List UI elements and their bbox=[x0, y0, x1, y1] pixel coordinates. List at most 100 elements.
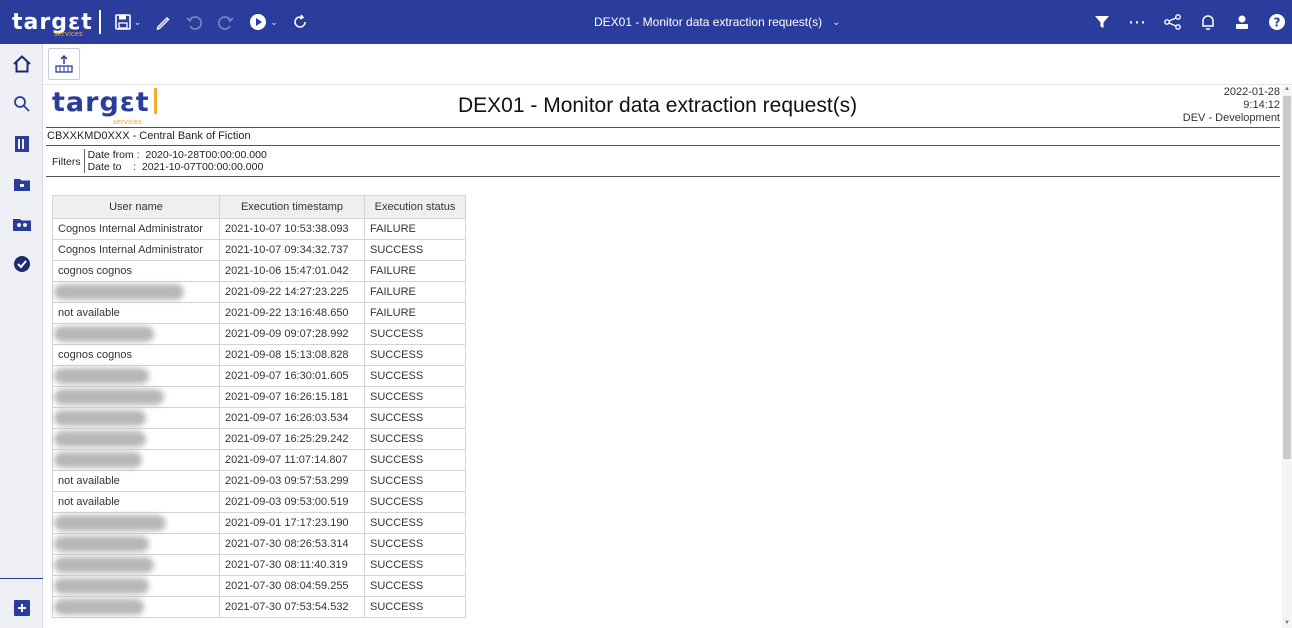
cell-execution-status: SUCCESS bbox=[364, 428, 466, 450]
refresh-icon[interactable] bbox=[292, 0, 308, 44]
table-row: 2021-09-09 09:07:28.992 SUCCESS bbox=[52, 323, 466, 345]
cell-user-name bbox=[52, 575, 220, 597]
cell-execution-status: FAILURE bbox=[364, 302, 466, 324]
cell-execution-timestamp: 2021-07-30 08:26:53.314 bbox=[219, 533, 365, 555]
logo-sub: services bbox=[54, 29, 83, 38]
cell-user-name: Cognos Internal Administrator bbox=[52, 239, 220, 261]
run-menu-chevron-icon[interactable]: ⌄ bbox=[270, 17, 278, 28]
cell-user-name bbox=[52, 428, 220, 450]
table-row: 2021-09-07 16:30:01.605 SUCCESS bbox=[52, 365, 466, 387]
cell-execution-status: SUCCESS bbox=[364, 323, 466, 345]
cell-execution-status: SUCCESS bbox=[364, 491, 466, 513]
report-meta: 2022-01-28 9:14:12 DEV - Development bbox=[1183, 86, 1280, 125]
search-icon[interactable] bbox=[0, 86, 43, 122]
table-row: 2021-07-30 07:53:54.532 SUCCESS bbox=[52, 596, 466, 618]
cell-user-name bbox=[52, 596, 220, 618]
cell-execution-timestamp: 2021-09-07 16:26:03.534 bbox=[219, 407, 365, 429]
cell-execution-status: SUCCESS bbox=[364, 575, 466, 597]
report-title-dropdown[interactable]: DEX01 - Monitor data extraction request(… bbox=[594, 0, 841, 44]
bell-icon[interactable] bbox=[1200, 0, 1216, 44]
cell-user-name: not available bbox=[52, 491, 220, 513]
share-icon[interactable] bbox=[1164, 0, 1182, 44]
scroll-up-icon[interactable]: ▲ bbox=[1284, 86, 1290, 92]
cell-execution-status: FAILURE bbox=[364, 281, 466, 303]
plus-icon[interactable] bbox=[0, 590, 43, 626]
redacted-user-name bbox=[54, 431, 146, 447]
cell-execution-status: SUCCESS bbox=[364, 239, 466, 261]
home-icon[interactable] bbox=[0, 46, 43, 82]
cell-execution-timestamp: 2021-09-22 13:16:48.650 bbox=[219, 302, 365, 324]
cell-execution-status: SUCCESS bbox=[364, 407, 466, 429]
table-row: 2021-09-22 14:27:23.225 FAILURE bbox=[52, 281, 466, 303]
column-header-timestamp[interactable]: Execution timestamp bbox=[219, 195, 365, 219]
filter-date-from: Date from : 2020-10-28T00:00:00.000 bbox=[87, 149, 267, 161]
cell-execution-timestamp: 2021-07-30 08:04:59.255 bbox=[219, 575, 365, 597]
cell-execution-timestamp: 2021-07-30 08:11:40.319 bbox=[219, 554, 365, 576]
export-icon bbox=[55, 54, 73, 73]
filters-label: Filters bbox=[52, 156, 81, 168]
report-time: 9:14:12 bbox=[1243, 99, 1280, 111]
table-row: 2021-09-01 17:17:23.190 SUCCESS bbox=[52, 512, 466, 534]
redacted-user-name bbox=[54, 536, 149, 552]
table-row: 2021-09-07 11:07:14.807 SUCCESS bbox=[52, 449, 466, 471]
cell-user-name bbox=[52, 323, 220, 345]
cell-execution-timestamp: 2021-09-03 09:57:53.299 bbox=[219, 470, 365, 492]
table-row: 2021-07-30 08:26:53.314 SUCCESS bbox=[52, 533, 466, 555]
table-row: Cognos Internal Administrator 2021-10-07 … bbox=[52, 239, 466, 261]
redacted-user-name bbox=[54, 599, 144, 615]
cell-execution-status: FAILURE bbox=[364, 260, 466, 282]
content-icon[interactable] bbox=[0, 126, 43, 162]
cell-execution-status: SUCCESS bbox=[364, 596, 466, 618]
more-icon[interactable]: ⋯ bbox=[1128, 0, 1146, 44]
cell-execution-timestamp: 2021-09-08 15:13:08.828 bbox=[219, 344, 365, 366]
run-icon[interactable]: ⌄ bbox=[249, 0, 278, 44]
table-header-row: User name Execution timestamp Execution … bbox=[52, 195, 466, 219]
filter-icon[interactable] bbox=[1094, 0, 1110, 44]
filter-date-to: Date to : 2021-10-07T00:00:00.000 bbox=[87, 161, 264, 173]
team-folder-icon[interactable] bbox=[0, 206, 43, 242]
filters-block: Filters Date from : 2020-10-28T00:00:00.… bbox=[52, 149, 267, 173]
table-row: not available 2021-09-22 13:16:48.650 FAIL… bbox=[52, 302, 466, 324]
logo-bar bbox=[153, 88, 157, 114]
export-button[interactable] bbox=[48, 48, 80, 80]
column-header-status[interactable]: Execution status bbox=[364, 195, 466, 219]
user-icon[interactable] bbox=[1234, 0, 1250, 44]
report-logo: targεt services bbox=[52, 87, 157, 126]
table-row: not available 2021-09-03 09:57:53.299 SUCC… bbox=[52, 470, 466, 492]
vertical-scrollbar[interactable]: ▲ ▼ bbox=[1282, 86, 1292, 628]
folder-icon[interactable] bbox=[0, 166, 43, 202]
column-header-user[interactable]: User name bbox=[52, 195, 220, 219]
cell-execution-status: SUCCESS bbox=[364, 344, 466, 366]
filters-rule bbox=[46, 176, 1280, 177]
check-circle-icon[interactable] bbox=[0, 246, 43, 282]
table-row: cognos cognos 2021-10-06 15:47:01.042 FAIL… bbox=[52, 260, 466, 282]
help-icon[interactable]: ? bbox=[1268, 0, 1286, 44]
cell-user-name bbox=[52, 554, 220, 576]
cell-execution-status: SUCCESS bbox=[364, 365, 466, 387]
scrollbar-thumb[interactable] bbox=[1283, 96, 1291, 459]
redacted-user-name bbox=[54, 515, 166, 531]
scroll-down-icon[interactable]: ▼ bbox=[1284, 620, 1290, 626]
pencil-icon[interactable] bbox=[155, 0, 171, 44]
svg-text:?: ? bbox=[1274, 16, 1281, 30]
report-title-label: DEX01 - Monitor data extraction request(… bbox=[594, 15, 823, 29]
save-menu-chevron-icon[interactable]: ⌄ bbox=[134, 17, 142, 28]
redacted-user-name bbox=[54, 284, 184, 300]
cell-execution-timestamp: 2021-09-01 17:17:23.190 bbox=[219, 512, 365, 534]
cell-execution-status: SUCCESS bbox=[364, 386, 466, 408]
save-icon[interactable]: ⌄ bbox=[114, 0, 142, 44]
undo-icon[interactable] bbox=[185, 0, 203, 44]
report-heading: DEX01 - Monitor data extraction request(… bbox=[458, 94, 858, 117]
cell-execution-timestamp: 2021-10-06 15:47:01.042 bbox=[219, 260, 365, 282]
redo-icon[interactable] bbox=[217, 0, 235, 44]
cell-user-name: not available bbox=[52, 470, 220, 492]
cell-execution-timestamp: 2021-07-30 07:53:54.532 bbox=[219, 596, 365, 618]
app-logo: targεt services bbox=[12, 10, 93, 38]
table-body: Cognos Internal Administrator 2021-10-07 … bbox=[52, 218, 466, 618]
redacted-user-name bbox=[54, 557, 154, 573]
report-toolbar bbox=[44, 44, 1292, 85]
cell-execution-status: FAILURE bbox=[364, 218, 466, 240]
cell-user-name bbox=[52, 407, 220, 429]
cell-user-name: Cognos Internal Administrator bbox=[52, 218, 220, 240]
redacted-user-name bbox=[54, 368, 149, 384]
